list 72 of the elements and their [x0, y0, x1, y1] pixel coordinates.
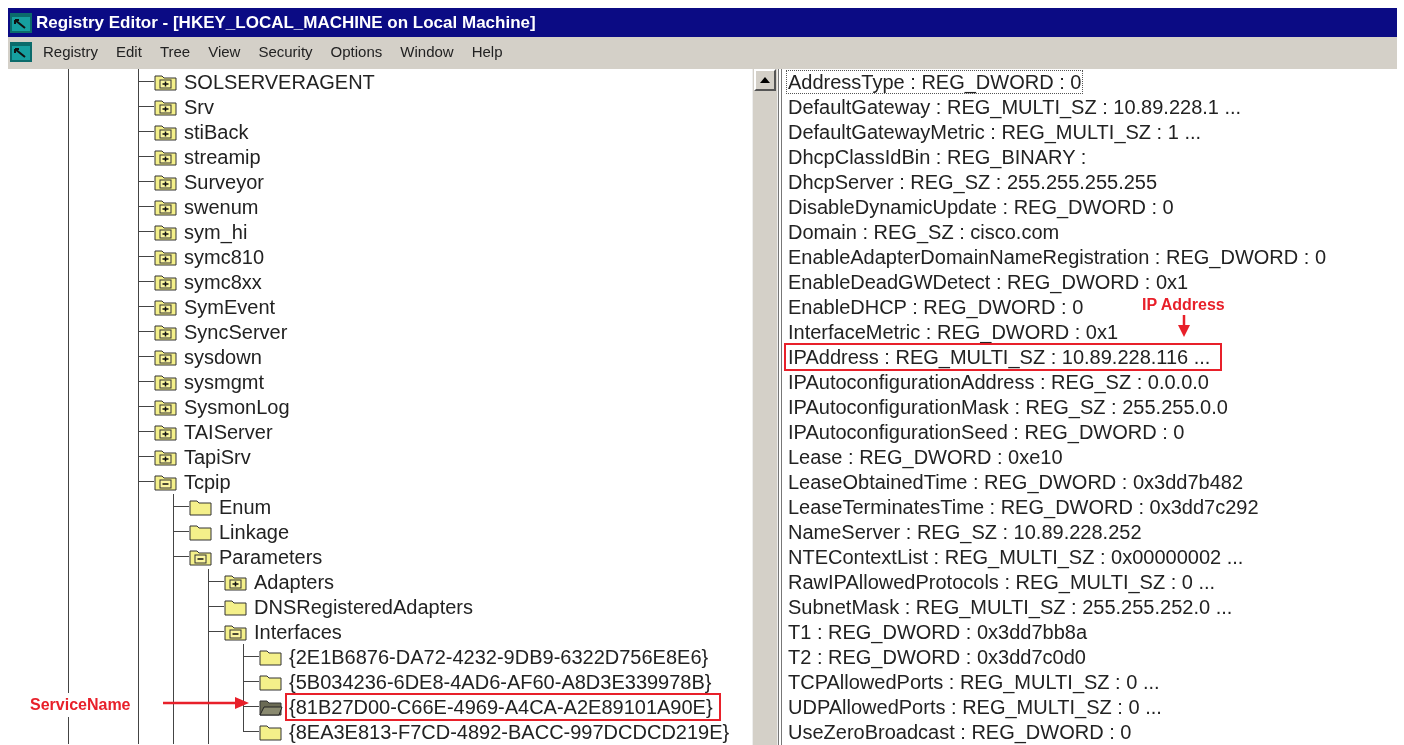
- menu-item[interactable]: Window: [393, 40, 461, 64]
- registry-value[interactable]: T2 : REG_DWORD : 0x3dd7c0d0: [786, 644, 1088, 669]
- registry-value[interactable]: DefaultGateway : REG_MULTI_SZ : 10.89.228.1 ...: [786, 94, 1244, 119]
- folder-plus-icon[interactable]: [154, 72, 178, 91]
- folder-plus-icon[interactable]: [154, 172, 178, 191]
- registry-menu-icon: [10, 42, 32, 62]
- registry-value[interactable]: Lease : REG_DWORD : 0xe10: [786, 444, 1065, 469]
- menu-item[interactable]: Help: [464, 40, 510, 64]
- open-folder-icon[interactable]: [259, 697, 283, 716]
- folder-icon[interactable]: [189, 522, 213, 541]
- registry-value[interactable]: LeaseTerminatesTime : REG_DWORD : 0x3dd7c292: [786, 494, 1261, 519]
- folder-minus-icon[interactable]: [154, 472, 178, 491]
- folder-plus-icon[interactable]: [154, 97, 178, 116]
- registry-app-icon: [10, 12, 32, 33]
- scroll-up-button[interactable]: [754, 69, 776, 91]
- folder-plus-icon[interactable]: [154, 422, 178, 441]
- folder-plus-icon[interactable]: [154, 447, 178, 466]
- registry-value[interactable]: UseZeroBroadcast : REG_DWORD : 0: [786, 719, 1134, 744]
- registry-value[interactable]: EnableDeadGWDetect : REG_DWORD : 0x1: [786, 269, 1191, 294]
- registry-value[interactable]: LeaseObtainedTime : REG_DWORD : 0x3dd7b482: [786, 469, 1246, 494]
- annotation-label: IP Address: [1142, 295, 1225, 315]
- registry-value[interactable]: IPAddress : REG_MULTI_SZ : 10.89.228.116 ...: [786, 344, 1213, 369]
- registry-value[interactable]: IPAutoconfigurationMask : REG_SZ : 255.255.0.0: [786, 394, 1230, 419]
- folder-icon[interactable]: [259, 647, 283, 666]
- folder-plus-icon[interactable]: [154, 122, 178, 141]
- folder-minus-icon[interactable]: [189, 547, 213, 566]
- folder-icon[interactable]: [224, 597, 248, 616]
- folder-plus-icon[interactable]: [154, 397, 178, 416]
- registry-value[interactable]: IPAutoconfigurationAddress : REG_SZ : 0.0.0.0: [786, 369, 1211, 394]
- registry-value[interactable]: DhcpClassIdBin : REG_BINARY :: [786, 144, 1089, 169]
- registry-value[interactable]: NTEContextList : REG_MULTI_SZ : 0x00000002 ...: [786, 544, 1246, 569]
- menu-item[interactable]: View: [201, 40, 248, 64]
- annotation-arrow: [1178, 315, 1190, 337]
- registry-value[interactable]: TCPAllowedPorts : REG_MULTI_SZ : 0 ...: [786, 669, 1162, 694]
- folder-plus-icon[interactable]: [154, 297, 178, 316]
- folder-plus-icon[interactable]: [154, 147, 178, 166]
- folder-minus-icon[interactable]: [224, 622, 248, 641]
- folder-plus-icon[interactable]: [154, 372, 178, 391]
- registry-value[interactable]: DhcpServer : REG_SZ : 255.255.255.255: [786, 169, 1160, 194]
- folder-plus-icon[interactable]: [154, 347, 178, 366]
- up-arrow-icon: [760, 77, 770, 83]
- annotation-label: ServiceName: [30, 693, 131, 717]
- tree-item-label[interactable]: {81B27D00-C66E-4969-A4CA-A2E89101A90E}: [285, 692, 721, 721]
- registry-value[interactable]: NameServer : REG_SZ : 10.89.228.252: [786, 519, 1144, 544]
- scrollbar[interactable]: [752, 69, 778, 745]
- registry-value[interactable]: EnableAdapterDomainNameRegistration : REG_DWORD : 0: [786, 244, 1328, 269]
- registry-value[interactable]: IPAutoconfigurationSeed : REG_DWORD : 0: [786, 419, 1187, 444]
- registry-value[interactable]: InterfaceMetric : REG_DWORD : 0x1: [786, 319, 1121, 344]
- folder-icon[interactable]: [259, 722, 283, 741]
- registry-value[interactable]: DefaultGatewayMetric : REG_MULTI_SZ : 1 ...: [786, 119, 1204, 144]
- folder-plus-icon[interactable]: [224, 572, 248, 591]
- menu-item[interactable]: Security: [251, 40, 320, 64]
- folder-plus-icon[interactable]: [154, 222, 178, 241]
- registry-value[interactable]: UDPAllowedPorts : REG_MULTI_SZ : 0 ...: [786, 694, 1164, 719]
- folder-plus-icon[interactable]: [154, 272, 178, 291]
- window-title: Registry Editor - [HKEY_LOCAL_MACHINE on Local Machine]: [36, 11, 536, 34]
- menu-item[interactable]: Registry: [36, 40, 105, 64]
- registry-value[interactable]: AddressType : REG_DWORD : 0: [786, 69, 1084, 94]
- folder-plus-icon[interactable]: [154, 197, 178, 216]
- menu-item[interactable]: Tree: [152, 40, 198, 64]
- registry-value[interactable]: Domain : REG_SZ : cisco.com: [786, 219, 1062, 244]
- menu-item[interactable]: Edit: [109, 40, 149, 64]
- registry-value[interactable]: T1 : REG_DWORD : 0x3dd7bb8a: [786, 619, 1089, 644]
- menu-item[interactable]: Options: [323, 40, 390, 64]
- registry-value[interactable]: DisableDynamicUpdate : REG_DWORD : 0: [786, 194, 1176, 219]
- registry-value[interactable]: RawIPAllowedProtocols : REG_MULTI_SZ : 0 ...: [786, 569, 1218, 594]
- registry-value[interactable]: SubnetMask : REG_MULTI_SZ : 255.255.252.0 ...: [786, 594, 1235, 619]
- folder-plus-icon[interactable]: [154, 247, 178, 266]
- registry-value[interactable]: EnableDHCP : REG_DWORD : 0: [786, 294, 1086, 319]
- folder-icon[interactable]: [189, 497, 213, 516]
- folder-plus-icon[interactable]: [154, 322, 178, 341]
- folder-icon[interactable]: [259, 672, 283, 691]
